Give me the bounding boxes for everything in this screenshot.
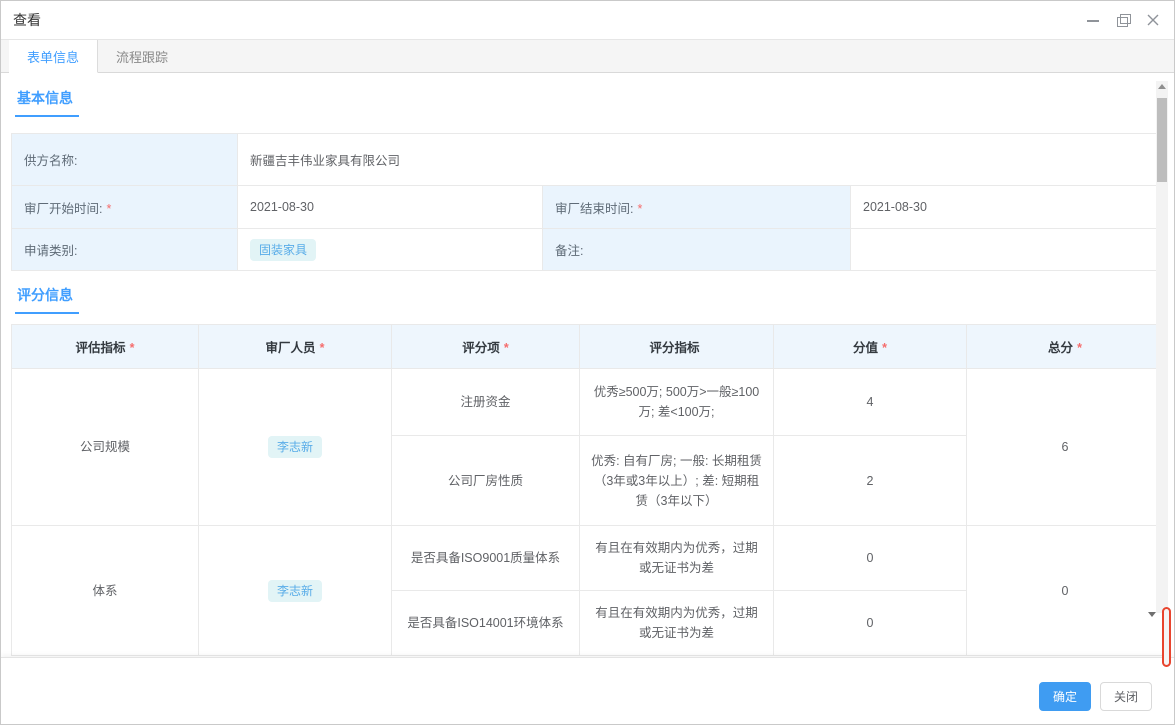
table-row: 申请类别: 固装家具 备注: bbox=[12, 229, 1164, 271]
table-row: 供方名称: 新疆吉丰伟业家具有限公司 bbox=[12, 134, 1164, 186]
cell-total: 0 bbox=[967, 526, 1164, 656]
scroll-up-icon[interactable] bbox=[1158, 84, 1166, 89]
score-table: 评估指标* 审厂人员* 评分项* 评分指标 分值* 总分* 公司规模 李志新 注… bbox=[11, 324, 1164, 656]
table-row: 审厂开始时间:* 2021-08-30 审厂结束时间:* 2021-08-30 bbox=[12, 186, 1164, 229]
required-mark: * bbox=[637, 202, 642, 216]
cell-criteria: 优秀≥500万; 500万>一般≥100万; 差<100万; bbox=[580, 369, 774, 436]
supplier-name-label: 供方名称: bbox=[12, 134, 238, 186]
required-mark: * bbox=[882, 341, 887, 355]
audit-end-value: 2021-08-30 bbox=[851, 186, 1164, 229]
window-controls bbox=[1086, 13, 1160, 27]
category-tag: 固装家具 bbox=[250, 239, 316, 261]
table-row: 公司规模 李志新 注册资金 优秀≥500万; 500万>一般≥100万; 差<1… bbox=[12, 369, 1164, 436]
dialog-content: 基本信息 供方名称: 新疆吉丰伟业家具有限公司 审厂开始时间:* 2021-08… bbox=[1, 74, 1174, 657]
cell-score: 4 bbox=[774, 369, 967, 436]
auditor-tag: 李志新 bbox=[268, 580, 322, 602]
apply-category-label: 申请类别: bbox=[12, 229, 238, 271]
cell-score-item: 注册资金 bbox=[392, 369, 580, 436]
cell-total: 6 bbox=[967, 369, 1164, 526]
confirm-button[interactable]: 确定 bbox=[1039, 682, 1091, 711]
required-mark: * bbox=[130, 341, 135, 355]
dialog-titlebar: 查看 bbox=[1, 1, 1174, 39]
col-header-indicator: 评估指标* bbox=[12, 325, 199, 369]
view-dialog: 查看 表单信息 流程跟踪 基本信息 供方名称: 新疆吉丰伟业家具有限公司 审厂开… bbox=[0, 0, 1175, 725]
red-scroll-indicator[interactable] bbox=[1162, 607, 1171, 667]
audit-start-label: 审厂开始时间:* bbox=[12, 186, 238, 229]
cell-indicator: 公司规模 bbox=[12, 369, 199, 526]
remark-value bbox=[851, 229, 1164, 271]
col-header-score-item: 评分项* bbox=[392, 325, 580, 369]
required-mark: * bbox=[1077, 341, 1082, 355]
basic-info-table: 供方名称: 新疆吉丰伟业家具有限公司 审厂开始时间:* 2021-08-30 审… bbox=[11, 133, 1164, 271]
cell-score-item: 公司厂房性质 bbox=[392, 436, 580, 526]
required-mark: * bbox=[320, 341, 325, 355]
cell-indicator: 体系 bbox=[12, 526, 199, 656]
col-header-score: 分值* bbox=[774, 325, 967, 369]
cell-score: 0 bbox=[774, 526, 967, 591]
vertical-scrollbar[interactable] bbox=[1156, 81, 1168, 613]
close-icon[interactable] bbox=[1146, 13, 1160, 27]
dialog-footer: 确定 关闭 bbox=[1, 657, 1174, 724]
score-info-section-title: 评分信息 bbox=[15, 285, 79, 314]
dialog-title: 查看 bbox=[13, 10, 41, 30]
apply-category-value: 固装家具 bbox=[238, 229, 543, 271]
remark-label: 备注: bbox=[543, 229, 851, 271]
score-table-header-row: 评估指标* 审厂人员* 评分项* 评分指标 分值* 总分* bbox=[12, 325, 1164, 369]
cell-score-item: 是否具备ISO14001环境体系 bbox=[392, 591, 580, 656]
col-header-total: 总分* bbox=[967, 325, 1164, 369]
tab-bar: 表单信息 流程跟踪 bbox=[1, 39, 1174, 73]
scroll-down-icon[interactable] bbox=[1148, 612, 1156, 617]
supplier-name-value: 新疆吉丰伟业家具有限公司 bbox=[238, 134, 1164, 186]
table-row: 体系 李志新 是否具备ISO9001质量体系 有且在有效期内为优秀，过期或无证书… bbox=[12, 526, 1164, 591]
cell-criteria: 有且在有效期内为优秀，过期或无证书为差 bbox=[580, 526, 774, 591]
cell-score: 2 bbox=[774, 436, 967, 526]
scrollbar-thumb[interactable] bbox=[1157, 98, 1167, 182]
tab-form-info[interactable]: 表单信息 bbox=[9, 40, 98, 73]
tab-process-tracking[interactable]: 流程跟踪 bbox=[98, 40, 186, 72]
close-button[interactable]: 关闭 bbox=[1100, 682, 1152, 711]
cell-auditor: 李志新 bbox=[199, 369, 392, 526]
cell-score-item: 是否具备ISO9001质量体系 bbox=[392, 526, 580, 591]
audit-end-label: 审厂结束时间:* bbox=[543, 186, 851, 229]
col-header-auditor: 审厂人员* bbox=[199, 325, 392, 369]
required-mark: * bbox=[106, 202, 111, 216]
minimize-icon[interactable] bbox=[1086, 13, 1100, 27]
cell-criteria: 有且在有效期内为优秀，过期或无证书为差 bbox=[580, 591, 774, 656]
cell-auditor: 李志新 bbox=[199, 526, 392, 656]
cell-criteria: 优秀: 自有厂房; 一般: 长期租赁（3年或3年以上）; 差: 短期租赁（3年以… bbox=[580, 436, 774, 526]
col-header-criteria: 评分指标 bbox=[580, 325, 774, 369]
cell-score: 0 bbox=[774, 591, 967, 656]
required-mark: * bbox=[504, 341, 509, 355]
restore-icon[interactable] bbox=[1116, 13, 1130, 27]
audit-start-value: 2021-08-30 bbox=[238, 186, 543, 229]
auditor-tag: 李志新 bbox=[268, 436, 322, 458]
basic-info-section-title: 基本信息 bbox=[15, 88, 79, 117]
